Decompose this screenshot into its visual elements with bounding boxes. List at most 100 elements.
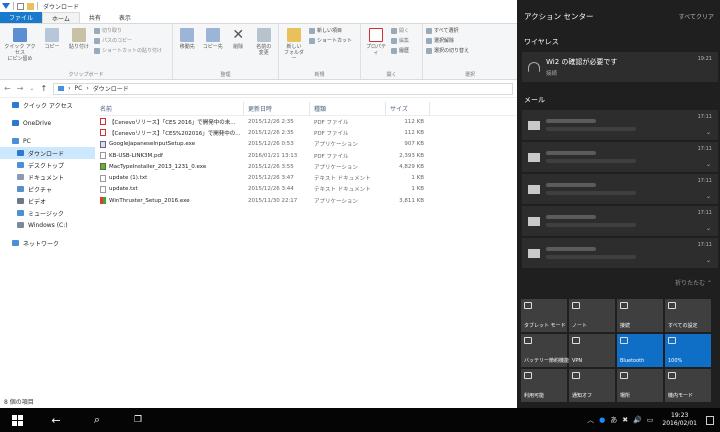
file-name: update (1).txt <box>109 175 148 182</box>
clear-all-button[interactable]: すべてクリア <box>679 12 714 21</box>
up-arrow-icon[interactable]: ↑ <box>40 84 47 93</box>
tab-file[interactable]: ファイル <box>0 12 43 23</box>
chevron-down-icon[interactable]: ⌄ <box>706 193 711 200</box>
table-row[interactable]: update.txt 2015/12/26 3:44 テキスト ドキュメント 1 KB <box>96 184 517 195</box>
quick-action-tile[interactable]: ノート <box>569 299 615 332</box>
quick-action-tile[interactable]: すべての設定 <box>665 299 711 332</box>
column-header-name[interactable]: 名前 <box>96 102 244 115</box>
quick-action-tile[interactable]: 通知オフ <box>569 369 615 402</box>
table-row[interactable]: KB-USB-LINK3M.pdf 2016/01/21 13:13 PDF ファイ… <box>96 150 517 161</box>
nav-item-pc[interactable]: PC <box>0 135 95 147</box>
start-button[interactable] <box>2 408 32 432</box>
nav-item-quick-access[interactable]: クイック アクセス <box>0 99 95 111</box>
tab-home[interactable]: ホーム <box>42 12 80 23</box>
nav-item-desktop[interactable]: デスクトップ <box>0 159 95 171</box>
chevron-down-icon[interactable]: ⌄ <box>706 129 711 136</box>
quick-action-tile[interactable]: 接続 <box>617 299 663 332</box>
invert-selection-button[interactable]: 選択の切り替え <box>426 47 469 54</box>
copy-button[interactable]: コピー <box>40 26 64 69</box>
quick-action-tile[interactable]: 利用可能 <box>521 369 567 402</box>
paste-shortcut-button[interactable]: ショートカットの貼り付け <box>94 47 162 54</box>
address-bar: ← → ⌄ ↑ › PC › ダウンロード <box>0 80 517 98</box>
quick-action-tile[interactable]: 機内モード <box>665 369 711 402</box>
tray-overflow-icon[interactable]: ︿ <box>587 415 594 425</box>
collapse-button[interactable]: 折りたたむ ⌃ <box>517 270 720 287</box>
table-row[interactable]: update (1).txt 2015/12/26 3:47 テキスト ドキュメント… <box>96 172 517 183</box>
volume-icon[interactable]: 🔊 <box>633 416 642 424</box>
mail-notification[interactable]: 17:11 ⌄ <box>522 174 718 204</box>
address-input[interactable]: › PC › ダウンロード <box>53 82 513 95</box>
table-row[interactable]: 【Cenevoリリース】「CES 2016」で開発中の未... 2015/12/2… <box>96 116 517 127</box>
quick-action-tile[interactable]: タブレット モード <box>521 299 567 332</box>
new-folder-button[interactable]: 新しい フォルダー <box>282 26 306 69</box>
tray-onedrive-icon[interactable]: ● <box>599 416 605 424</box>
rename-button[interactable]: 名前の 変更 <box>253 26 276 69</box>
select-all-button[interactable]: すべて選択 <box>426 27 469 34</box>
move-to-button[interactable]: 移動先 <box>176 26 199 69</box>
breadcrumb-pc[interactable]: PC <box>75 85 83 92</box>
select-none-button[interactable]: 選択解除 <box>426 37 469 44</box>
history-button[interactable]: 履歴 <box>391 47 409 54</box>
network-status-icon[interactable]: ✖ <box>622 416 628 424</box>
edit-label: 編集 <box>399 38 410 44</box>
quick-action-tile[interactable]: Bluetooth <box>617 334 663 367</box>
new-folder-quick-icon[interactable] <box>27 2 34 10</box>
edit-button[interactable]: 編集 <box>391 37 409 44</box>
cut-button[interactable]: 切り取り <box>94 27 162 34</box>
paste-button[interactable]: 貼り付け <box>67 26 91 69</box>
notification-center-icon[interactable] <box>706 415 714 425</box>
column-header-date[interactable]: 更新日時 <box>244 102 310 115</box>
nav-item-documents[interactable]: ドキュメント <box>0 171 95 183</box>
copy-to-button[interactable]: コピー先 <box>202 26 225 69</box>
mail-notification[interactable]: 17:11 ⌄ <box>522 142 718 172</box>
nav-item-onedrive[interactable]: OneDrive <box>0 117 95 129</box>
properties-quick-icon[interactable] <box>17 2 24 10</box>
ribbon-group-organize: 移動先 コピー先 ✕ 削除 名前の 変更 整理 <box>173 24 279 79</box>
quick-action-tile[interactable]: 場所 <box>617 369 663 402</box>
quick-access-arrow-icon[interactable] <box>2 3 10 9</box>
tab-view[interactable]: 表示 <box>110 12 140 23</box>
chevron-down-icon[interactable]: ⌄ <box>706 225 711 232</box>
column-header-size[interactable]: サイズ <box>386 102 430 115</box>
quick-action-tile[interactable]: 100% <box>665 334 711 367</box>
nav-item-music[interactable]: ミュージック <box>0 207 95 219</box>
copy-path-button[interactable]: パスのコピー <box>94 37 162 44</box>
chevron-down-icon[interactable]: ⌄ <box>706 161 711 168</box>
wireless-notification[interactable]: Wi2 の確認が必要です 接続 19:21 <box>522 52 718 82</box>
back-arrow-icon[interactable]: ← <box>4 84 11 93</box>
nav-item-network[interactable]: ネットワーク <box>0 237 95 249</box>
file-size: 3,811 KB <box>399 197 424 204</box>
quick-action-tile[interactable]: VPN <box>569 334 615 367</box>
table-row[interactable]: MacTypeInstaller_2013_1231_0.exe 2015/12/… <box>96 161 517 172</box>
forward-arrow-icon[interactable]: → <box>17 84 24 93</box>
table-row[interactable]: WinThruster_Setup_2016.exe 2015/11/30 22:… <box>96 195 517 206</box>
title-separator <box>13 2 14 10</box>
mail-notification[interactable]: 17:11 ⌄ <box>522 206 718 236</box>
recent-chevron-icon[interactable]: ⌄ <box>29 85 34 92</box>
nav-item-downloads[interactable]: ダウンロード <box>0 147 95 159</box>
mail-notification[interactable]: 17:11 ⌄ <box>522 238 718 268</box>
new-item-button[interactable]: 新しい項目 <box>309 27 352 34</box>
nav-item-pictures[interactable]: ピクチャ <box>0 183 95 195</box>
quick-action-tile[interactable]: バッテリー節約機能 <box>521 334 569 367</box>
keyboard-icon[interactable]: ▭ <box>647 416 654 424</box>
breadcrumb-folder[interactable]: ダウンロード <box>93 84 129 93</box>
ime-mode-indicator[interactable]: あ <box>610 415 617 425</box>
nav-item-drive-c[interactable]: Windows (C:) <box>0 219 95 231</box>
properties-button[interactable]: プロパティ <box>364 26 388 69</box>
delete-button[interactable]: ✕ 削除 <box>227 26 250 69</box>
nav-item-videos[interactable]: ビデオ <box>0 195 95 207</box>
pin-quick-access-button[interactable]: クイック アクセス にピン留め <box>3 26 37 69</box>
column-header-type[interactable]: 種類 <box>310 102 386 115</box>
clock[interactable]: 19:23 2016/02/01 <box>658 412 701 428</box>
shortcut-button[interactable]: ショートカット <box>309 37 352 44</box>
search-icon[interactable]: ⌕ <box>82 408 112 432</box>
task-view-icon[interactable]: ❐ <box>123 408 153 432</box>
table-row[interactable]: 【Cenevoリリース】「CES%202016」で開発中の... 2015/12/… <box>96 127 517 138</box>
table-row[interactable]: GoogleJapaneseInputSetup.exe 2015/12/26 0… <box>96 139 517 150</box>
back-button[interactable]: ← <box>41 408 71 432</box>
mail-notification[interactable]: 17:11 ⌄ <box>522 110 718 140</box>
chevron-down-icon[interactable]: ⌄ <box>706 257 711 264</box>
tab-share[interactable]: 共有 <box>80 12 110 23</box>
open-button[interactable]: 開く <box>391 27 409 34</box>
